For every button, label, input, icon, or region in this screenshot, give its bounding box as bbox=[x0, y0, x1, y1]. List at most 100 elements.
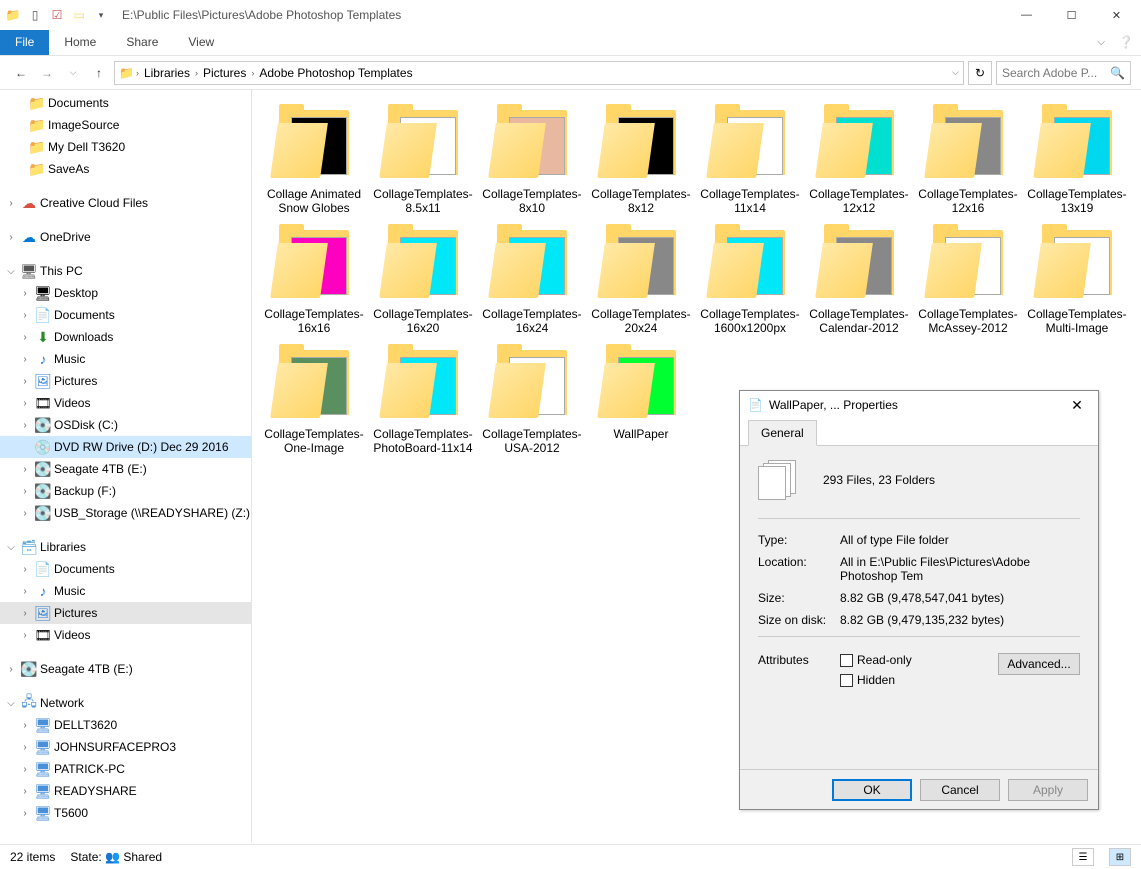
tree-lib-pics[interactable]: ›🖼Pictures bbox=[0, 602, 251, 624]
folder-item[interactable]: CollageTemplates-16x24 bbox=[480, 225, 584, 335]
tree-pictures[interactable]: ›🖼Pictures bbox=[0, 370, 251, 392]
tree-seagate[interactable]: ›💽Seagate 4TB (E:) bbox=[0, 458, 251, 480]
hidden-checkbox[interactable]: Hidden bbox=[840, 673, 998, 687]
folder-item[interactable]: CollageTemplates-12x16 bbox=[916, 105, 1020, 215]
tree-documents2[interactable]: ›📄Documents bbox=[0, 304, 251, 326]
expand-icon[interactable]: › bbox=[18, 742, 32, 753]
tab-view[interactable]: View bbox=[173, 30, 229, 55]
folder-item[interactable]: CollageTemplates-One-Image bbox=[262, 345, 366, 455]
expand-icon[interactable]: › bbox=[18, 288, 32, 299]
close-button[interactable]: ✕ bbox=[1094, 0, 1139, 30]
tree-downloads[interactable]: ›⬇Downloads bbox=[0, 326, 251, 348]
expand-icon[interactable]: › bbox=[18, 420, 32, 431]
tree-lib-music[interactable]: ›♪Music bbox=[0, 580, 251, 602]
folder-item[interactable]: CollageTemplates-12x12 bbox=[807, 105, 911, 215]
tree-net-2[interactable]: ›🖥PATRICK-PC bbox=[0, 758, 251, 780]
readonly-checkbox[interactable]: Read-only bbox=[840, 653, 998, 667]
folder-item[interactable]: CollageTemplates-8.5x11 bbox=[371, 105, 475, 215]
tree-usb[interactable]: ›💽USB_Storage (\\READYSHARE) (Z:) bbox=[0, 502, 251, 524]
apply-button[interactable]: Apply bbox=[1008, 779, 1088, 801]
view-icons-button[interactable]: ⊞ bbox=[1109, 848, 1131, 866]
tree-dvd[interactable]: ›💿DVD RW Drive (D:) Dec 29 2016 bbox=[0, 436, 251, 458]
collapse-icon[interactable]: ⌵ bbox=[4, 698, 18, 709]
expand-icon[interactable]: › bbox=[18, 586, 32, 597]
ribbon-expand[interactable]: ⌵ bbox=[1091, 37, 1111, 48]
expand-icon[interactable]: › bbox=[18, 398, 32, 409]
expand-icon[interactable]: › bbox=[18, 332, 32, 343]
tree-videos[interactable]: ›🎞Videos bbox=[0, 392, 251, 414]
tab-home[interactable]: Home bbox=[49, 30, 111, 55]
tree-libraries[interactable]: ⌵🗃Libraries bbox=[0, 536, 251, 558]
tree-net-0[interactable]: ›🖥DELLT3620 bbox=[0, 714, 251, 736]
expand-icon[interactable]: › bbox=[18, 630, 32, 641]
folder-item[interactable]: CollageTemplates-11x14 bbox=[698, 105, 802, 215]
crumb-current[interactable]: Adobe Photoshop Templates bbox=[256, 66, 415, 80]
tree-thispc[interactable]: ⌵🖥This PC bbox=[0, 260, 251, 282]
tree-music[interactable]: ›♪Music bbox=[0, 348, 251, 370]
expand-icon[interactable]: › bbox=[18, 808, 32, 819]
expand-icon[interactable]: › bbox=[4, 232, 18, 243]
nav-tree[interactable]: 📁Documents 📁ImageSource 📁My Dell T3620 📁… bbox=[0, 90, 252, 842]
tree-seagate2[interactable]: ›💽Seagate 4TB (E:) bbox=[0, 658, 251, 680]
expand-icon[interactable]: › bbox=[4, 664, 18, 675]
collapse-icon[interactable]: ⌵ bbox=[4, 266, 18, 277]
folder-item[interactable]: CollageTemplates-USA-2012 bbox=[480, 345, 584, 455]
advanced-button[interactable]: Advanced... bbox=[998, 653, 1080, 675]
chevron-icon[interactable]: › bbox=[251, 68, 254, 78]
tree-imagesource[interactable]: 📁ImageSource bbox=[0, 114, 251, 136]
cancel-button[interactable]: Cancel bbox=[920, 779, 1000, 801]
folder-item[interactable]: CollageTemplates-16x20 bbox=[371, 225, 475, 335]
expand-icon[interactable]: › bbox=[18, 564, 32, 575]
forward-button[interactable]: → bbox=[36, 62, 58, 84]
address-dropdown[interactable]: ⌵ bbox=[952, 67, 959, 78]
collapse-icon[interactable]: ⌵ bbox=[4, 542, 18, 553]
maximize-button[interactable]: ☐ bbox=[1049, 0, 1094, 30]
tree-osdisk[interactable]: ›💽OSDisk (C:) bbox=[0, 414, 251, 436]
tree-backup[interactable]: ›💽Backup (F:) bbox=[0, 480, 251, 502]
expand-icon[interactable]: › bbox=[18, 464, 32, 475]
expand-icon[interactable]: › bbox=[18, 720, 32, 731]
crumb-libraries[interactable]: Libraries bbox=[141, 66, 193, 80]
expand-icon[interactable]: › bbox=[4, 198, 18, 209]
help-icon[interactable]: ❔ bbox=[1111, 35, 1141, 49]
expand-icon[interactable]: › bbox=[18, 486, 32, 497]
back-button[interactable]: ← bbox=[10, 62, 32, 84]
recent-dropdown[interactable]: ⌵ bbox=[62, 62, 84, 84]
tree-desktop[interactable]: ›🖥Desktop bbox=[0, 282, 251, 304]
chevron-icon[interactable]: › bbox=[195, 68, 198, 78]
ok-button[interactable]: OK bbox=[832, 779, 912, 801]
folder-item[interactable]: CollageTemplates-8x10 bbox=[480, 105, 584, 215]
tab-file[interactable]: File bbox=[0, 30, 49, 55]
up-button[interactable]: ↑ bbox=[88, 62, 110, 84]
folder-item[interactable]: CollageTemplates-Calendar-2012 bbox=[807, 225, 911, 335]
chevron-icon[interactable]: › bbox=[136, 68, 139, 78]
tab-share[interactable]: Share bbox=[111, 30, 173, 55]
checkmark-icon[interactable]: ☑ bbox=[46, 4, 68, 26]
minimize-button[interactable]: — bbox=[1004, 0, 1049, 30]
tree-network[interactable]: ⌵🖧Network bbox=[0, 692, 251, 714]
folder-item[interactable]: Collage Animated Snow Globes bbox=[262, 105, 366, 215]
folder-item[interactable]: CollageTemplates-Multi-Image bbox=[1025, 225, 1129, 335]
folder-item[interactable]: CollageTemplates-PhotoBoard-11x14 bbox=[371, 345, 475, 455]
dialog-close-button[interactable]: ✕ bbox=[1064, 395, 1090, 415]
expand-icon[interactable]: › bbox=[18, 764, 32, 775]
folder-item[interactable]: CollageTemplates-8x12 bbox=[589, 105, 693, 215]
search-input[interactable]: Search Adobe P... 🔍 bbox=[996, 61, 1131, 85]
expand-icon[interactable]: › bbox=[18, 786, 32, 797]
expand-icon[interactable]: › bbox=[18, 508, 32, 519]
tree-mydell[interactable]: 📁My Dell T3620 bbox=[0, 136, 251, 158]
dialog-titlebar[interactable]: 📄 WallPaper, ... Properties ✕ bbox=[740, 391, 1098, 419]
tree-onedrive[interactable]: ›☁OneDrive bbox=[0, 226, 251, 248]
folder-item[interactable]: WallPaper bbox=[589, 345, 693, 455]
folder-item[interactable]: CollageTemplates-16x16 bbox=[262, 225, 366, 335]
folder-item[interactable]: CollageTemplates-McAssey-2012 bbox=[916, 225, 1020, 335]
crumb-pictures[interactable]: Pictures bbox=[200, 66, 249, 80]
qat-dropdown[interactable]: ▾ bbox=[90, 4, 112, 26]
expand-icon[interactable]: › bbox=[18, 354, 32, 365]
expand-icon[interactable]: › bbox=[18, 310, 32, 321]
tree-net-4[interactable]: ›🖥T5600 bbox=[0, 802, 251, 824]
folder-item[interactable]: CollageTemplates-1600x1200px bbox=[698, 225, 802, 335]
expand-icon[interactable]: › bbox=[18, 608, 32, 619]
refresh-button[interactable]: ↻ bbox=[968, 61, 992, 85]
tree-net-1[interactable]: ›🖥JOHNSURFACEPRO3 bbox=[0, 736, 251, 758]
